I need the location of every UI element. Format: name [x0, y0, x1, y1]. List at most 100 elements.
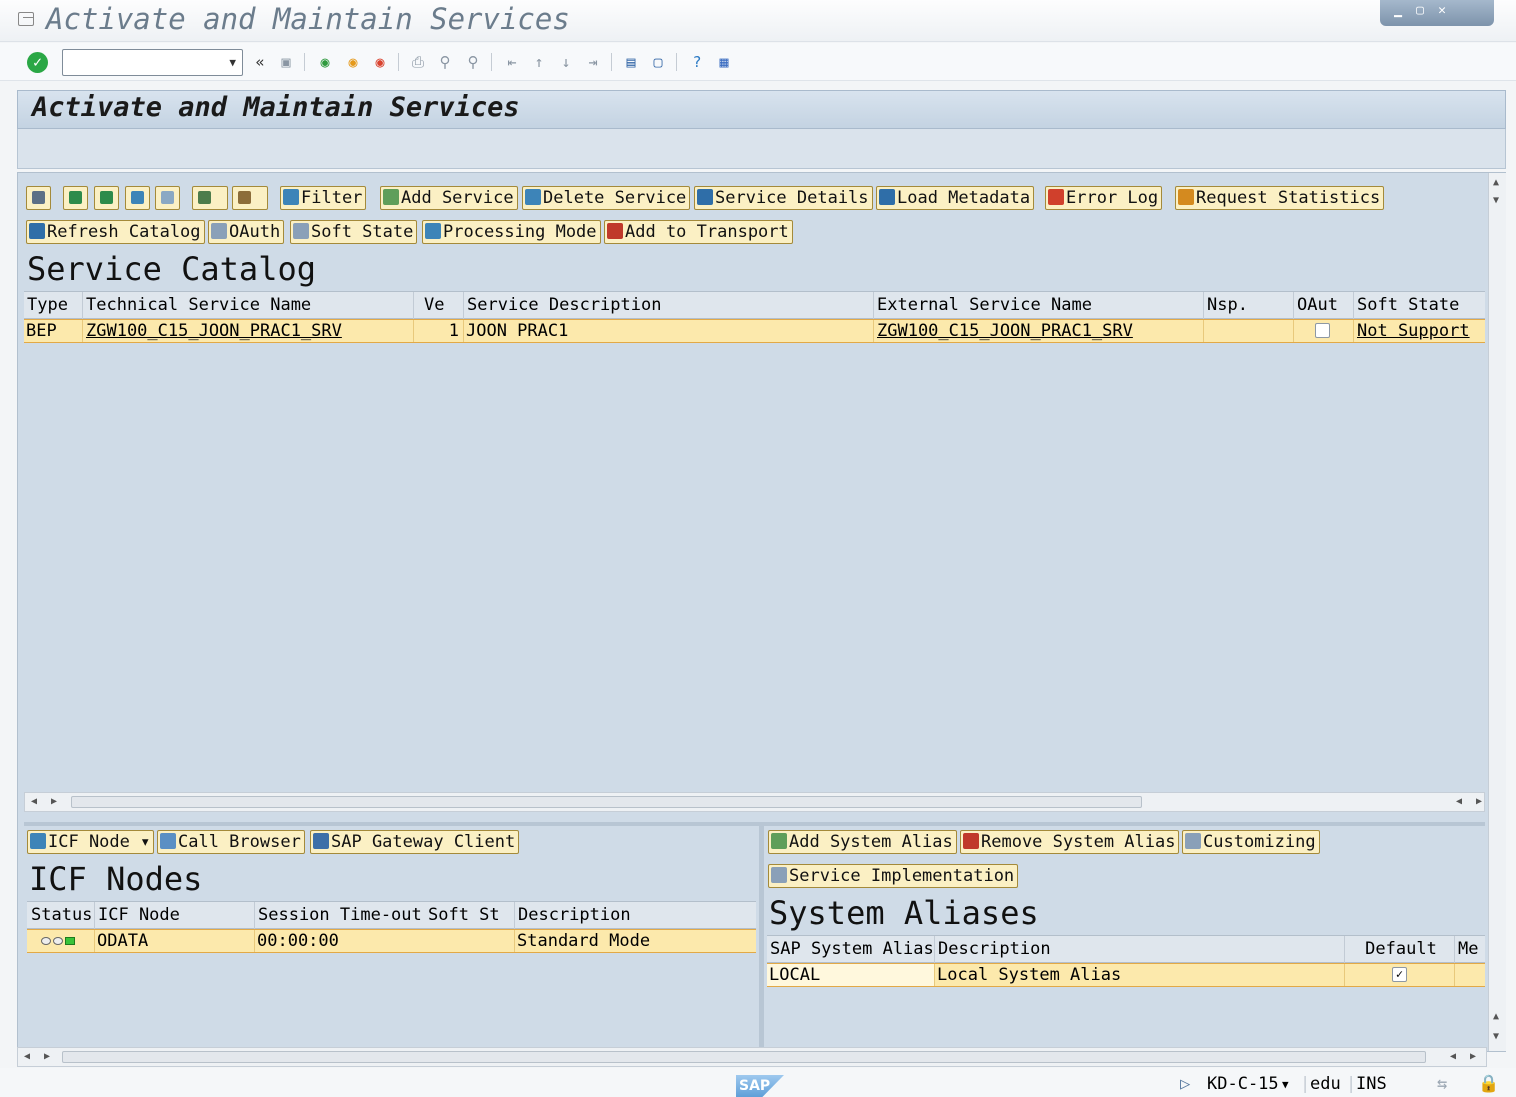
column-header[interactable]: Soft State — [1354, 292, 1485, 319]
cell-alias[interactable]: LOCAL — [767, 964, 935, 986]
details-button[interactable] — [26, 186, 51, 210]
scroll-thumb[interactable] — [62, 1051, 1426, 1063]
column-header[interactable]: Technical Service Name — [83, 292, 414, 319]
sort-ascending-button[interactable] — [63, 186, 88, 210]
customize-layout-icon[interactable]: ▦ — [714, 52, 734, 72]
service-implementation-button[interactable]: Service Implementation — [768, 864, 1019, 888]
chevron-down-icon[interactable]: ▼ — [1282, 1078, 1289, 1091]
export-button[interactable] — [192, 186, 228, 210]
lock-icon[interactable]: 🔒 — [1478, 1074, 1499, 1094]
remove-system-alias-button[interactable]: Remove System Alias — [960, 830, 1180, 854]
save-icon[interactable]: ▣ — [276, 52, 296, 72]
scroll-left-icon[interactable]: ◀ — [24, 1051, 30, 1062]
error-log-button[interactable]: Error Log — [1045, 186, 1163, 210]
refresh-catalog-button[interactable]: Refresh Catalog — [26, 220, 205, 244]
new-session-icon[interactable]: ▤ — [621, 52, 641, 72]
print-icon[interactable]: ⎙ — [408, 52, 428, 72]
scroll-up-icon[interactable]: ▲ — [1493, 1011, 1499, 1022]
cell-soft-state[interactable]: Not Support — [1354, 320, 1485, 342]
load-metadata-button[interactable]: Load Metadata — [876, 186, 1035, 210]
processing-mode-button[interactable]: Processing Mode — [422, 220, 601, 244]
scroll-left-icon[interactable]: ◀ — [1450, 1051, 1456, 1062]
request-statistics-button[interactable]: Request Statistics — [1175, 186, 1385, 210]
scroll-up-icon[interactable]: ▲ — [1493, 177, 1499, 188]
column-header[interactable]: OAut — [1294, 292, 1354, 319]
catalog-horizontal-scrollbar[interactable]: ◀ ▶ ◀ ▶ — [24, 792, 1485, 812]
scroll-thumb[interactable] — [71, 796, 1142, 808]
column-header[interactable]: Description — [935, 936, 1345, 963]
back-icon[interactable]: ◉ — [315, 52, 335, 72]
column-header[interactable]: SAP System Alias — [767, 936, 935, 963]
column-header[interactable]: Default — [1345, 936, 1455, 963]
maximize-icon[interactable]: ▢ — [1410, 2, 1430, 20]
column-header[interactable]: Soft St — [425, 902, 515, 929]
close-icon[interactable]: ✕ — [1432, 2, 1452, 20]
find-icon[interactable]: ⚲ — [435, 52, 455, 72]
find-button[interactable] — [125, 186, 150, 210]
column-header[interactable]: Me — [1455, 936, 1485, 963]
scroll-left-icon[interactable]: ◀ — [31, 796, 37, 807]
default-checkbox[interactable]: ✓ — [1392, 967, 1407, 982]
filter-button[interactable]: Filter — [280, 186, 367, 210]
collapse-icon[interactable]: « — [250, 52, 270, 72]
icf-node-button[interactable]: ICF Node ▾ — [27, 830, 155, 854]
menu-icon[interactable] — [18, 12, 34, 26]
find-next-button[interactable] — [155, 186, 180, 210]
chevron-down-icon[interactable]: ▼ — [229, 56, 236, 69]
add-service-button[interactable]: Add Service — [380, 186, 518, 210]
next-page-icon[interactable]: ↓ — [556, 52, 576, 72]
minimize-icon[interactable]: ▁ — [1388, 2, 1408, 20]
play-icon[interactable]: ▷ — [1180, 1074, 1190, 1094]
scroll-down-icon[interactable]: ▼ — [1493, 195, 1499, 206]
vertical-splitter[interactable] — [759, 826, 764, 1048]
add-to-transport-button[interactable]: Add to Transport — [604, 220, 793, 244]
oauth-checkbox[interactable] — [1315, 323, 1330, 338]
column-header[interactable]: External Service Name — [874, 292, 1204, 319]
scroll-left-icon[interactable]: ◀ — [1456, 796, 1462, 807]
layout-button[interactable] — [232, 186, 268, 210]
system-id[interactable]: KD-C-15 — [1207, 1074, 1279, 1094]
oauth-button[interactable]: OAuth — [208, 220, 285, 244]
scroll-right-icon[interactable]: ▶ — [1470, 1051, 1476, 1062]
horizontal-splitter[interactable] — [24, 822, 1485, 826]
column-header[interactable]: Nsp. — [1204, 292, 1294, 319]
add-system-alias-button[interactable]: Add System Alias — [768, 830, 957, 854]
shortcut-icon[interactable]: ▢ — [648, 52, 668, 72]
cell-technical-name[interactable]: ZGW100_C15_JOON_PRAC1_SRV — [83, 320, 414, 342]
help-icon[interactable]: ? — [687, 52, 707, 72]
vertical-scrollbar[interactable]: ▲ ▼ ▲ ▼ — [1488, 173, 1506, 1051]
insert-mode[interactable]: INS — [1356, 1074, 1387, 1094]
column-header[interactable]: ICF Node — [95, 902, 255, 929]
column-header[interactable]: Type — [24, 292, 83, 319]
scroll-right-icon[interactable]: ▶ — [44, 1051, 50, 1062]
column-header[interactable]: Status — [27, 902, 95, 929]
sort-descending-button[interactable] — [94, 186, 119, 210]
enter-check-icon[interactable]: ✓ — [27, 52, 48, 73]
last-page-icon[interactable]: ⇥ — [583, 52, 603, 72]
scroll-right-icon[interactable]: ▶ — [51, 796, 57, 807]
column-header[interactable]: Session Time-out — [255, 902, 425, 929]
previous-page-icon[interactable]: ↑ — [529, 52, 549, 72]
column-header[interactable]: Service Description — [464, 292, 874, 319]
service-details-button[interactable]: Service Details — [694, 186, 873, 210]
find-next-icon[interactable]: ⚲ — [463, 52, 483, 72]
command-field[interactable]: ▼ — [62, 49, 243, 76]
table-row[interactable]: ODATA 00:00:00 Standard Mode — [27, 929, 756, 953]
cancel-icon[interactable]: ◉ — [370, 52, 390, 72]
gateway-client-button[interactable]: SAP Gateway Client — [310, 830, 520, 854]
cell-external-name[interactable]: ZGW100_C15_JOON_PRAC1_SRV — [874, 320, 1204, 342]
scroll-down-icon[interactable]: ▼ — [1493, 1031, 1499, 1042]
soft-state-button[interactable]: Soft State — [290, 220, 418, 244]
column-header[interactable]: Ve — [414, 292, 464, 319]
delete-service-button[interactable]: Delete Service — [522, 186, 691, 210]
scroll-right-icon[interactable]: ▶ — [1476, 796, 1482, 807]
exit-icon[interactable]: ◉ — [343, 52, 363, 72]
call-browser-button[interactable]: Call Browser — [157, 830, 305, 854]
table-row[interactable]: BEP ZGW100_C15_JOON_PRAC1_SRV 1 JOON PRA… — [24, 319, 1485, 343]
first-page-icon[interactable]: ⇤ — [502, 52, 522, 72]
bottom-horizontal-scrollbar[interactable]: ◀ ▶ ◀ ▶ — [17, 1047, 1487, 1067]
customizing-button[interactable]: Customizing — [1182, 830, 1320, 854]
table-row[interactable]: LOCAL Local System Alias ✓ — [767, 963, 1485, 987]
transfer-icon[interactable]: ⇆ — [1437, 1074, 1447, 1094]
column-header[interactable]: Description — [515, 902, 756, 929]
